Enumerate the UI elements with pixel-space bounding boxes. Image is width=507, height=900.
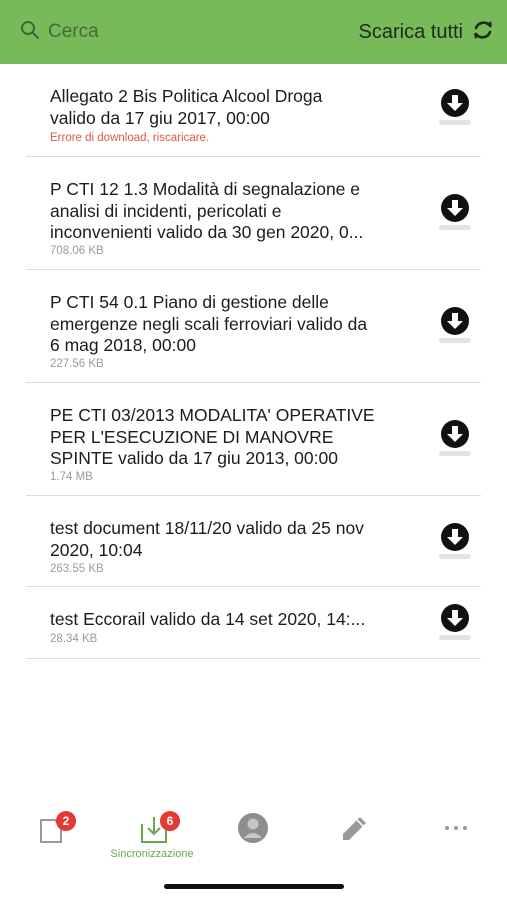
list-item[interactable]: PE CTI 03/2013 MODALITA' OPERATIVE PER L… bbox=[26, 383, 481, 496]
pencil-icon bbox=[343, 817, 366, 840]
document-size: 28.34 KB bbox=[50, 633, 98, 645]
download-button[interactable] bbox=[437, 522, 473, 562]
download-icon bbox=[441, 420, 469, 448]
document-size: 708.06 KB bbox=[50, 245, 104, 257]
sync-icon bbox=[471, 18, 495, 47]
download-button[interactable] bbox=[437, 193, 473, 233]
download-button[interactable] bbox=[437, 603, 473, 643]
home-indicator bbox=[164, 884, 344, 889]
notification-badge: 2 bbox=[56, 811, 76, 831]
document-size: 263.55 KB bbox=[50, 563, 104, 575]
search-bar[interactable] bbox=[20, 20, 188, 45]
download-icon bbox=[441, 194, 469, 222]
download-icon bbox=[441, 307, 469, 335]
document-list: Allegato 2 Bis Politica Alcool Droga val… bbox=[0, 64, 507, 659]
document-title: PE CTI 03/2013 MODALITA' OPERATIVE PER L… bbox=[50, 405, 375, 468]
tab-edit[interactable] bbox=[305, 810, 405, 870]
notification-badge: 6 bbox=[160, 811, 180, 831]
top-bar: Scarica tutti bbox=[0, 0, 507, 64]
download-progress bbox=[439, 451, 471, 456]
search-input[interactable] bbox=[48, 21, 188, 43]
download-progress bbox=[439, 225, 471, 230]
download-progress bbox=[439, 635, 471, 640]
download-all-label: Scarica tutti bbox=[358, 20, 463, 43]
download-button[interactable] bbox=[437, 306, 473, 346]
document-title: test Eccorail valido da 14 set 2020, 14:… bbox=[50, 609, 366, 629]
document-title: P CTI 12 1.3 Modalità di segnalazione e … bbox=[50, 179, 364, 242]
download-button[interactable] bbox=[437, 88, 473, 128]
tab-sync[interactable]: 6 Sincronizzazione bbox=[102, 810, 202, 870]
list-item[interactable]: P CTI 54 0.1 Piano di gestione delle eme… bbox=[26, 270, 481, 383]
document-title: P CTI 54 0.1 Piano di gestione delle eme… bbox=[50, 292, 368, 355]
list-item[interactable]: test document 18/11/20 valido da 25 nov … bbox=[26, 496, 481, 587]
document-error: Errore di download, riscaricare. bbox=[50, 132, 210, 144]
more-icon bbox=[445, 826, 467, 830]
profile-icon bbox=[238, 813, 268, 843]
tab-more[interactable] bbox=[406, 810, 506, 870]
download-all-button[interactable]: Scarica tutti bbox=[359, 18, 495, 47]
document-size: 1.74 MB bbox=[50, 471, 93, 483]
download-button[interactable] bbox=[437, 419, 473, 459]
document-title: test document 18/11/20 valido da 25 nov … bbox=[50, 518, 364, 560]
download-progress bbox=[439, 554, 471, 559]
download-icon bbox=[441, 89, 469, 117]
tab-documents[interactable]: 2 bbox=[0, 810, 100, 870]
tab-profile[interactable] bbox=[203, 810, 303, 870]
download-icon bbox=[441, 604, 469, 632]
search-icon bbox=[20, 20, 40, 45]
download-progress bbox=[439, 338, 471, 343]
list-item[interactable]: test Eccorail valido da 14 set 2020, 14:… bbox=[26, 587, 481, 659]
download-icon bbox=[441, 523, 469, 551]
tab-label: Sincronizzazione bbox=[110, 848, 194, 860]
download-progress bbox=[439, 120, 471, 125]
document-title: Allegato 2 Bis Politica Alcool Droga val… bbox=[50, 86, 323, 128]
list-item[interactable]: P CTI 12 1.3 Modalità di segnalazione e … bbox=[26, 157, 481, 270]
list-item[interactable]: Allegato 2 Bis Politica Alcool Droga val… bbox=[26, 64, 481, 157]
document-size: 227.56 KB bbox=[50, 358, 104, 370]
